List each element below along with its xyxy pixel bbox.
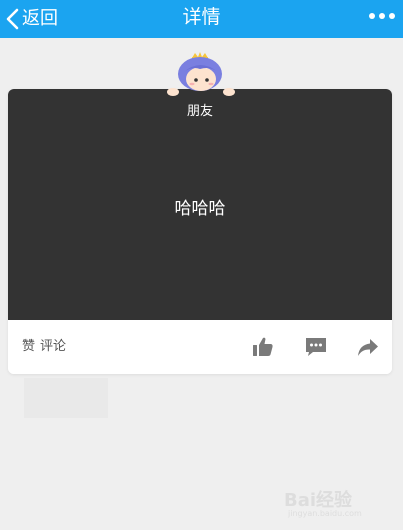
thumbs-up-icon bbox=[253, 337, 273, 356]
background-placeholder bbox=[24, 378, 108, 418]
back-button[interactable]: 返回 bbox=[4, 0, 58, 38]
like-count-label[interactable]: 赞 bbox=[22, 320, 35, 374]
share-button[interactable] bbox=[356, 335, 380, 359]
dot-icon bbox=[379, 13, 385, 19]
top-navbar: 返回 详情 bbox=[0, 0, 403, 38]
page-title: 详情 bbox=[182, 6, 221, 28]
watermark: Bai经验 jingyan.baidu.com bbox=[284, 478, 394, 522]
watermark-url: jingyan.baidu.com bbox=[288, 509, 362, 518]
like-button[interactable] bbox=[251, 335, 275, 359]
share-icon bbox=[358, 339, 378, 356]
comment-count-label[interactable]: 评论 bbox=[40, 320, 66, 374]
dot-icon bbox=[369, 13, 375, 19]
post-actions: 赞 评论 bbox=[8, 320, 392, 374]
back-label: 返回 bbox=[22, 8, 58, 29]
post-content[interactable]: 朋友 哈哈哈 bbox=[8, 89, 392, 320]
post-card: 朋友 哈哈哈 赞 评论 bbox=[8, 89, 392, 374]
comment-icon bbox=[306, 338, 326, 356]
avatar[interactable] bbox=[164, 52, 236, 98]
chevron-left-icon bbox=[6, 8, 19, 30]
more-options-button[interactable] bbox=[369, 8, 395, 24]
sender-name: 朋友 bbox=[186, 104, 213, 119]
message-text: 哈哈哈 bbox=[174, 199, 226, 219]
comment-button[interactable] bbox=[304, 335, 328, 359]
dot-icon bbox=[389, 13, 395, 19]
